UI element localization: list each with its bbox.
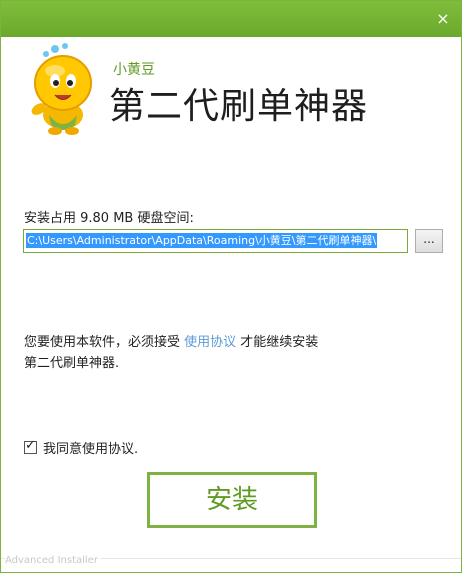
browse-button[interactable]: ... (415, 229, 443, 253)
title-bar[interactable]: × (1, 1, 461, 37)
footer-brand: Advanced Installer (5, 555, 101, 566)
disk-space-label: 安装占用 9.80 MB 硬盘空间: (24, 211, 194, 226)
check-icon: ✓ (25, 437, 36, 453)
bean-mascot-icon (31, 43, 92, 135)
license-text-after: 才能继续安装 (236, 335, 319, 350)
install-path-value: C:\Users\Administrator\AppData\Roaming\小… (26, 233, 378, 248)
app-title: 第二代刷单神器 (109, 86, 369, 127)
license-text-line2: 第二代刷单神器. (24, 356, 120, 371)
installer-window: × 小黄豆 第二代刷单神器 安装占用 9.80 MB 硬盘空间: C:\User… (0, 0, 462, 573)
agree-label[interactable]: 我同意使用协议. (43, 438, 138, 457)
agree-row: ✓ 我同意使用协议. (24, 437, 138, 457)
install-path-input[interactable]: C:\Users\Administrator\AppData\Roaming\小… (23, 229, 408, 253)
close-icon[interactable]: × (435, 11, 451, 27)
license-text-before: 您要使用本软件，必须接受 (24, 335, 185, 350)
agree-checkbox[interactable]: ✓ (24, 437, 37, 454)
license-agreement-link[interactable]: 使用协议 (184, 335, 236, 350)
install-button[interactable]: 安装 (147, 472, 317, 528)
brand-name: 小黄豆 (113, 62, 155, 78)
license-notice: 您要使用本软件，必须接受 使用协议 才能继续安装 第二代刷单神器. (24, 332, 424, 374)
